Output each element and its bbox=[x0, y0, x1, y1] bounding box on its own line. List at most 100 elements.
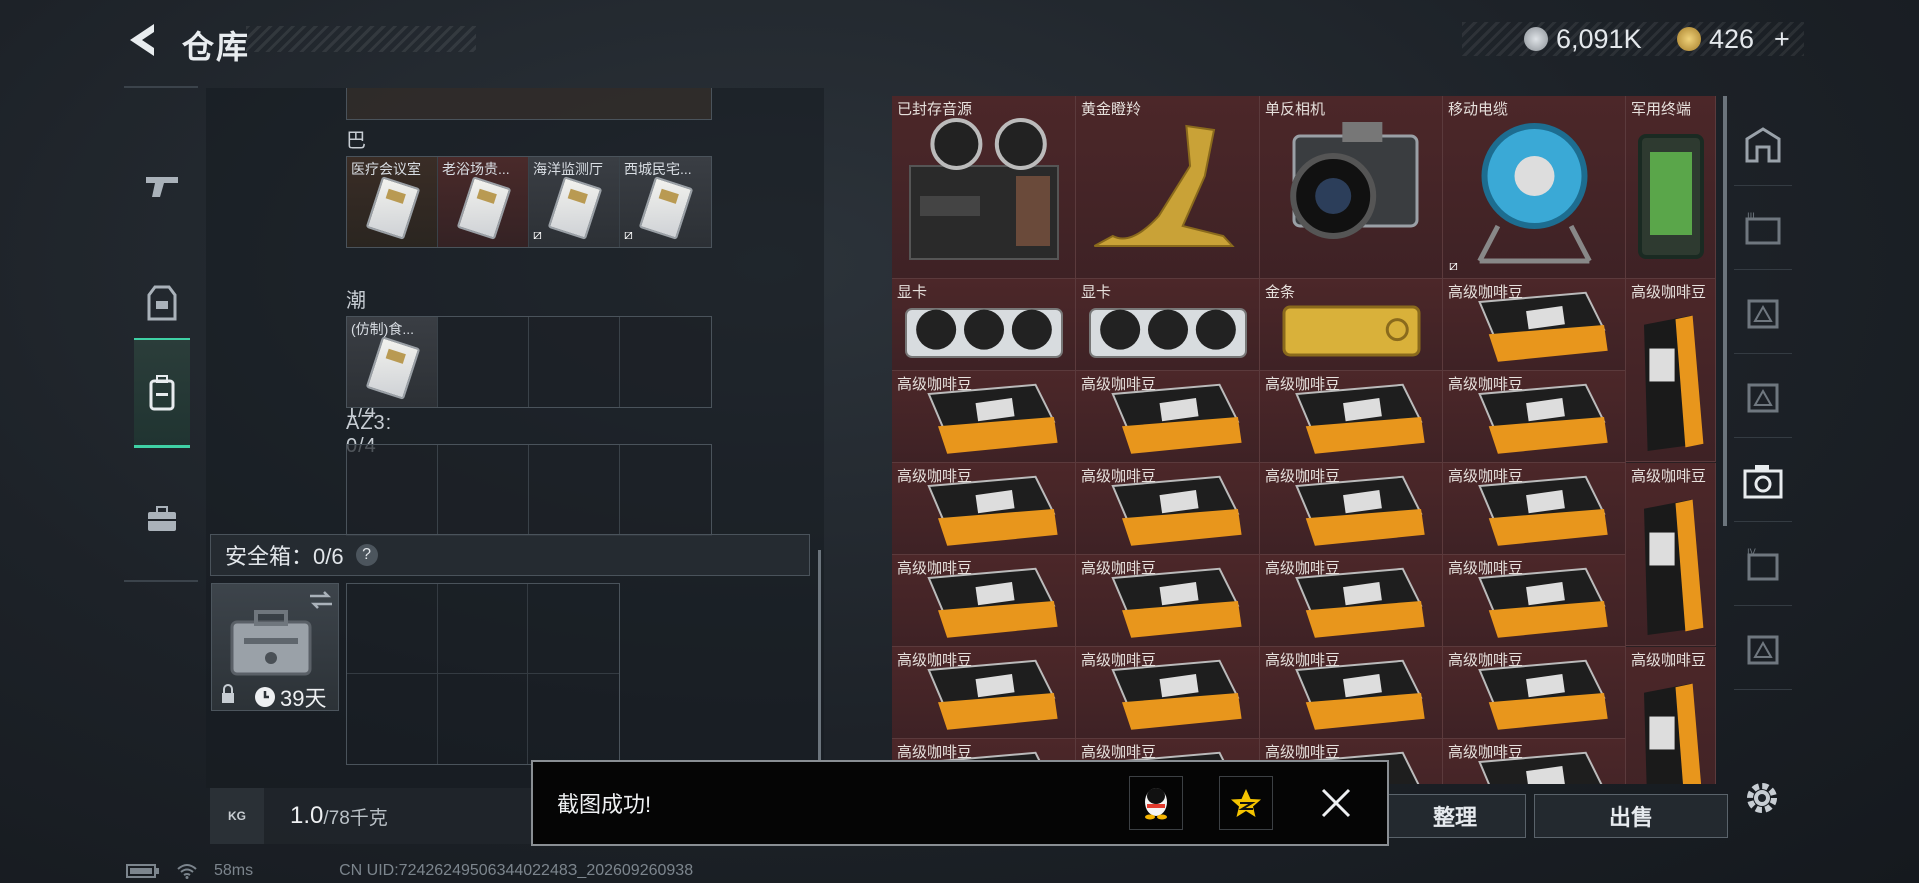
storage-item[interactable]: 高级咖啡豆 bbox=[892, 371, 1076, 463]
storage-grid: 已封存音源 黄金瞪羚 单反相机 移动电缆 ⧄ 军用终端 显卡 显卡 金条 高级咖啡豆 高级咖啡豆 高级… bbox=[892, 96, 1716, 784]
nav-storage-tab-2[interactable] bbox=[1734, 272, 1792, 354]
gun-icon bbox=[146, 177, 178, 197]
key-card-slot[interactable]: 医疗会议室 bbox=[347, 157, 438, 247]
weight-indicator: KG 1.0 /78千克 bbox=[210, 788, 540, 844]
add-currency-button[interactable]: + bbox=[1774, 22, 1790, 56]
nav-storage-all[interactable] bbox=[1734, 104, 1792, 186]
storage-item-name: 高级咖啡豆 bbox=[897, 652, 973, 669]
empty-slot[interactable] bbox=[529, 445, 620, 535]
storage-item-name: 高级咖啡豆 bbox=[1081, 468, 1157, 485]
empty-slot[interactable] bbox=[438, 445, 529, 535]
storage-item[interactable]: 高级咖啡豆 bbox=[1626, 279, 1716, 462]
storage-item[interactable]: 单反相机 bbox=[1260, 96, 1443, 279]
storage-item-name: 军用终端 bbox=[1631, 101, 1692, 118]
storage-item[interactable]: 高级咖啡豆 bbox=[1260, 463, 1443, 555]
empty-slot[interactable] bbox=[620, 445, 711, 535]
dslr-camera-icon bbox=[1290, 122, 1419, 239]
share-qq-button[interactable] bbox=[1129, 776, 1183, 830]
storage-item[interactable]: 高级咖啡豆 bbox=[1076, 647, 1260, 739]
storage-item-name: 高级咖啡豆 bbox=[897, 468, 973, 485]
weight-icon: KG bbox=[210, 788, 264, 844]
sort-button[interactable]: 整理 bbox=[1384, 794, 1526, 838]
storage-item[interactable]: 高级咖啡豆 bbox=[1076, 371, 1260, 463]
storage-item[interactable]: 高级咖啡豆 bbox=[1076, 463, 1260, 555]
right-category-nav: III IV bbox=[1734, 104, 1792, 784]
title-decoration bbox=[246, 26, 476, 52]
storage-item-name: 高级咖啡豆 bbox=[1448, 284, 1524, 301]
storage-item[interactable]: 军用终端 bbox=[1626, 96, 1716, 279]
share-qzone-button[interactable] bbox=[1219, 776, 1273, 830]
close-toast-button[interactable] bbox=[1309, 776, 1363, 830]
storage-item[interactable]: 已封存音源 bbox=[892, 96, 1076, 279]
storage-item-name: 高级咖啡豆 bbox=[1448, 376, 1524, 393]
nav-toolbox[interactable] bbox=[134, 464, 190, 574]
empty-slot[interactable] bbox=[529, 317, 620, 407]
storage-item[interactable]: 高级咖啡豆 bbox=[1443, 371, 1626, 463]
silver-amount: 6,091K bbox=[1556, 23, 1642, 54]
safe-box-item[interactable]: 39天 bbox=[211, 583, 339, 711]
storage-item[interactable]: 高级咖啡豆 bbox=[1443, 279, 1626, 371]
nav-backpack[interactable] bbox=[134, 338, 190, 448]
storage-item[interactable]: 高级咖啡豆 bbox=[1626, 463, 1716, 646]
storage-item[interactable]: 高级咖啡豆 bbox=[1260, 647, 1443, 739]
days-remaining: 39天 bbox=[280, 686, 327, 711]
storage-item[interactable]: 高级咖啡豆 bbox=[1443, 555, 1626, 647]
nav-storage-tab-active[interactable] bbox=[1734, 440, 1792, 522]
storage-item-name: 高级咖啡豆 bbox=[1448, 652, 1524, 669]
keycard-icon bbox=[365, 176, 421, 240]
nav-storage-tab-1[interactable] bbox=[1734, 356, 1792, 438]
storage-item-name: 高级咖啡豆 bbox=[1081, 376, 1157, 393]
key-card-slot[interactable]: 老浴场贵... bbox=[438, 157, 529, 247]
battery-icon bbox=[126, 864, 159, 878]
key-card-slot[interactable]: 西城民宅... ⧄ bbox=[620, 157, 711, 247]
storage-item-name: 高级咖啡豆 bbox=[1265, 376, 1341, 393]
keycard-icon bbox=[638, 176, 694, 240]
nav-storage-tab-5[interactable] bbox=[1734, 608, 1792, 690]
nav-storage-tab-3[interactable]: III bbox=[1734, 188, 1792, 270]
storage-item[interactable]: 高级咖啡豆 bbox=[1443, 463, 1626, 555]
storage-item[interactable]: 金条 bbox=[1260, 279, 1443, 371]
storage-item[interactable]: 显卡 bbox=[1076, 279, 1260, 371]
storage-item[interactable]: 移动电缆 ⧄ bbox=[1443, 96, 1626, 279]
back-button[interactable] bbox=[124, 18, 164, 62]
coffee-beans-tall-icon bbox=[1644, 315, 1704, 452]
key-row-partial bbox=[346, 88, 712, 120]
storage-item[interactable]: 高级咖啡豆 bbox=[892, 647, 1076, 739]
storage-item[interactable]: 高级咖啡豆 bbox=[1260, 555, 1443, 647]
weight-current: 1.0 bbox=[290, 802, 324, 829]
storage-item[interactable]: 黄金瞪羚 bbox=[1076, 96, 1260, 279]
storage-item-name: 高级咖啡豆 bbox=[1448, 744, 1524, 761]
key-card-slot[interactable]: 海洋监测厅 ⧄ bbox=[529, 157, 620, 247]
storage-item-name: 高级咖啡豆 bbox=[1448, 468, 1524, 485]
empty-slot[interactable] bbox=[347, 445, 438, 535]
keycard-icon bbox=[456, 176, 512, 240]
help-button[interactable]: ? bbox=[355, 544, 378, 566]
storage-item-name: 高级咖啡豆 bbox=[897, 376, 973, 393]
safe-box-grid[interactable] bbox=[346, 583, 620, 765]
storage-item-name: 金条 bbox=[1265, 284, 1296, 301]
storage-item[interactable]: 高级咖啡豆 bbox=[1626, 647, 1716, 784]
key-card-slot[interactable]: (仿制)食... bbox=[347, 317, 438, 407]
storage-item[interactable]: 高级咖啡豆 bbox=[1443, 647, 1626, 739]
swap-icon[interactable] bbox=[308, 590, 334, 610]
left-scrollbar[interactable] bbox=[818, 550, 821, 780]
storage-item[interactable]: 高级咖啡豆 bbox=[1076, 555, 1260, 647]
storage-item[interactable]: 高级咖啡豆 bbox=[1443, 739, 1626, 784]
screenshot-toast: 截图成功! bbox=[531, 760, 1389, 846]
storage-scrollbar[interactable] bbox=[1723, 96, 1727, 526]
storage-item[interactable]: 高级咖啡豆 bbox=[892, 555, 1076, 647]
storage-item[interactable]: 显卡 bbox=[892, 279, 1076, 371]
nav-storage-tab-4[interactable]: IV bbox=[1734, 524, 1792, 606]
clock-icon bbox=[255, 687, 275, 707]
storage-item[interactable]: 高级咖啡豆 bbox=[1260, 371, 1443, 463]
empty-slot[interactable] bbox=[620, 317, 711, 407]
settings-button[interactable] bbox=[1742, 778, 1782, 818]
storage-item-name: 高级咖啡豆 bbox=[1265, 652, 1341, 669]
nav-weapons[interactable] bbox=[134, 130, 190, 240]
storage-item-name: 移动电缆 bbox=[1448, 101, 1509, 118]
storage-item[interactable]: 高级咖啡豆 bbox=[892, 463, 1076, 555]
sell-button[interactable]: 出售 bbox=[1534, 794, 1728, 838]
keycard-icon bbox=[365, 336, 421, 400]
key-card-name: 医疗会议室 bbox=[351, 161, 421, 177]
empty-slot[interactable] bbox=[438, 317, 529, 407]
